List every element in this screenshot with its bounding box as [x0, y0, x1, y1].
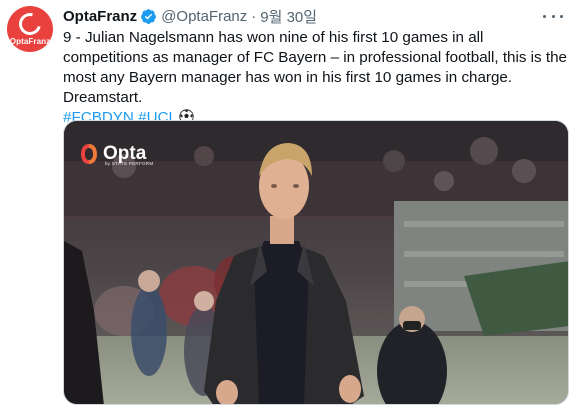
more-dot	[543, 14, 546, 18]
avatar-text: OptaFranz	[9, 36, 51, 46]
opta-logo-subtext: by STATS PERFORM	[105, 161, 154, 166]
separator-dot: ·	[251, 7, 257, 25]
display-name[interactable]: OptaFranz	[63, 8, 137, 25]
more-dot	[551, 14, 555, 18]
verified-badge-icon	[141, 8, 157, 24]
avatar[interactable]: OptaFranz	[7, 6, 53, 52]
tweet-body: 9 - Julian Nagelsmann has won nine of hi…	[63, 29, 567, 106]
tweet-date[interactable]: 9월 30일	[260, 6, 317, 27]
handle[interactable]: @OptaFranz	[161, 8, 247, 25]
more-dot	[560, 14, 563, 18]
opta-avatar-mark-icon	[14, 8, 46, 39]
tweet-text: 9 - Julian Nagelsmann has won nine of hi…	[63, 28, 568, 128]
tweet-header: OptaFranz @OptaFranz · 9월 30일	[63, 6, 545, 26]
more-options-icon[interactable]	[543, 8, 563, 24]
tweet-photo[interactable]: Opta by STATS PERFORM	[63, 120, 569, 405]
opta-mark-icon	[81, 144, 97, 164]
tweet-card[interactable]: OptaFranz OptaFranz @OptaFranz · 9월 30일 …	[0, 0, 575, 410]
